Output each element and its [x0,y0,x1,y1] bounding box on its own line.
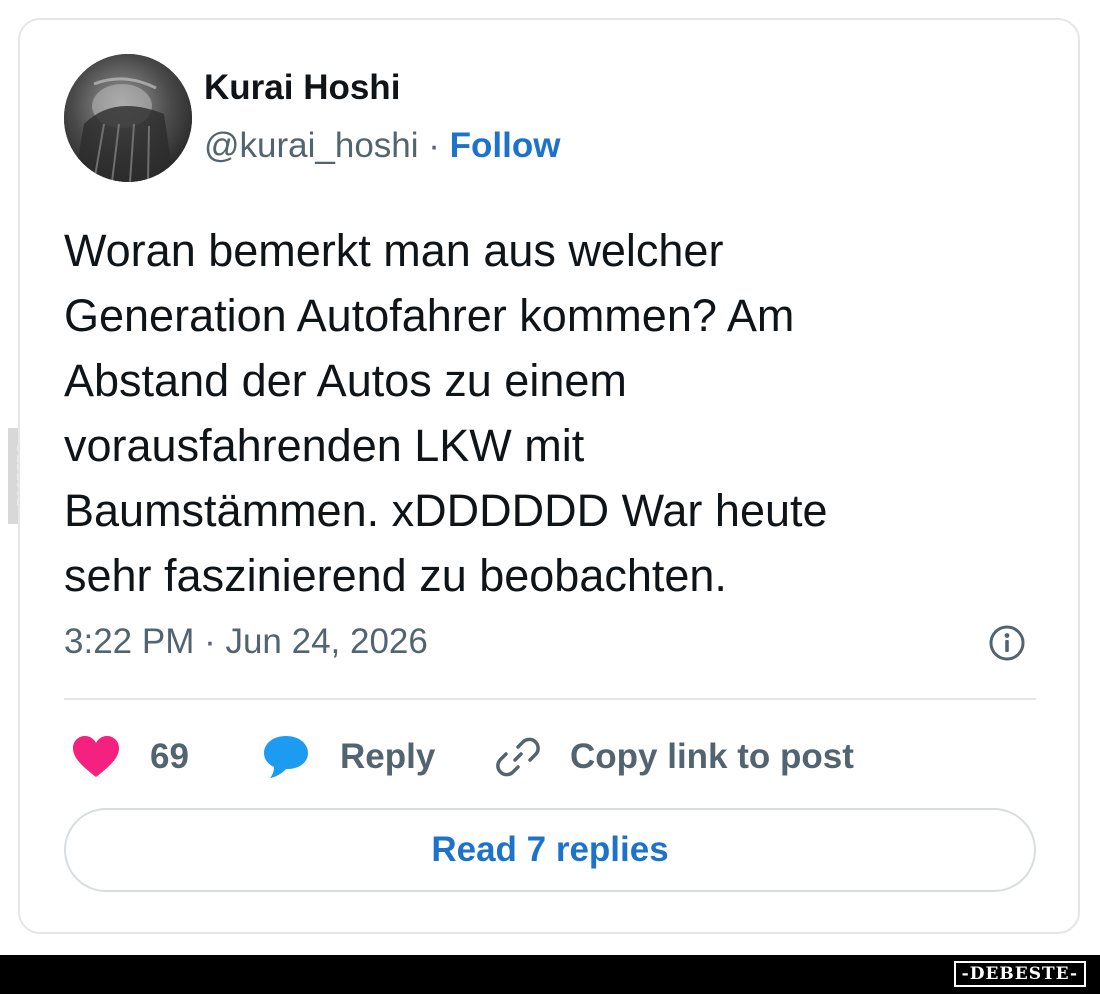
post-text-line: vorausfahrenden LKW mit [64,420,585,471]
author-name[interactable]: Kurai Hoshi [204,68,400,108]
footer-logo: -DEBESTE- [953,961,1086,987]
avatar[interactable] [64,54,192,182]
author-handle[interactable]: @kurai_hoshi [204,126,419,165]
link-icon [496,737,540,777]
divider [64,698,1036,700]
follow-button[interactable]: Follow [450,126,561,165]
speech-bubble-icon [264,736,308,778]
post-timestamp[interactable]: 3:22 PM · Jun 24, 2026 [64,622,428,662]
separator-dot: · [428,126,440,165]
like-count: 69 [150,737,189,776]
post-text: Woran bemerkt man aus welcher Generation… [64,218,1024,608]
avatar-image [64,54,192,182]
post-text-line: sehr faszinierend zu beobachten. [64,550,727,601]
footer-logo-text: -DEBESTE- [961,964,1078,984]
post-card: Kurai Hoshi @kurai_hoshi · Follow Woran … [18,18,1080,934]
post-text-line: Woran bemerkt man aus welcher [64,225,724,276]
read-replies-label: Read 7 replies [431,830,669,869]
read-replies-button[interactable]: Read 7 replies [64,808,1036,892]
reply-label: Reply [340,737,436,776]
info-icon[interactable] [988,624,1026,662]
like-button[interactable]: 69 [72,730,189,784]
copy-link-label: Copy link to post [570,737,854,776]
post-text-line: Baumstämmen. xDDDDDD War heute [64,485,828,536]
copy-link-button[interactable]: Copy link to post [496,730,854,784]
heart-icon [73,736,119,777]
post-text-line: Abstand der Autos zu einem [64,355,627,406]
reply-button[interactable]: Reply [262,730,435,784]
post-text-line: Generation Autofahrer kommen? Am [64,290,795,341]
footer-bar: -DEBESTE- [0,955,1100,994]
author-meta: @kurai_hoshi · Follow [204,126,560,166]
